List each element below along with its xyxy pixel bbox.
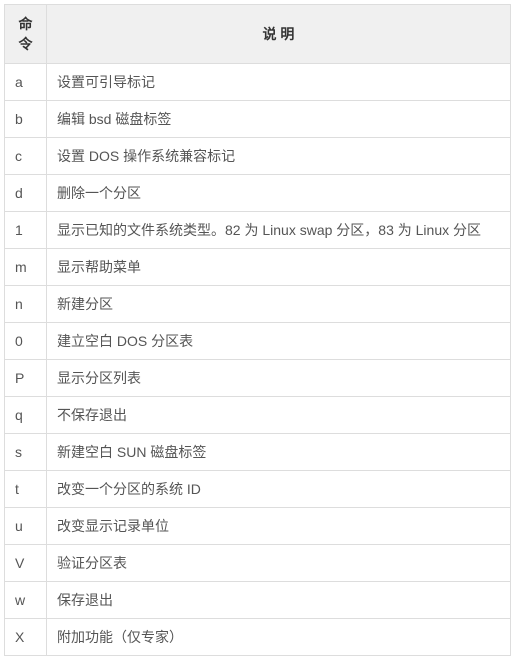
cell-command: t [5,471,47,508]
table-row: c设置 DOS 操作系统兼容标记 [5,138,511,175]
table-row: a设置可引导标记 [5,64,511,101]
table-header-row: 命令 说 明 [5,5,511,64]
cell-command: q [5,397,47,434]
cell-command: c [5,138,47,175]
cell-description: 删除一个分区 [47,175,511,212]
cell-description: 显示帮助菜单 [47,249,511,286]
cell-description: 验证分区表 [47,545,511,582]
cell-description: 新建分区 [47,286,511,323]
cell-description: 编辑 bsd 磁盘标签 [47,101,511,138]
cell-description: 新建空白 SUN 磁盘标签 [47,434,511,471]
table-row: q不保存退出 [5,397,511,434]
table-row: P显示分区列表 [5,360,511,397]
table-row: t改变一个分区的系统 ID [5,471,511,508]
table-row: 0建立空白 DOS 分区表 [5,323,511,360]
cell-command: w [5,582,47,619]
table-row: V验证分区表 [5,545,511,582]
cell-command: V [5,545,47,582]
table-row: m显示帮助菜单 [5,249,511,286]
cell-command: d [5,175,47,212]
cell-command: 0 [5,323,47,360]
cell-description: 不保存退出 [47,397,511,434]
table-row: n新建分区 [5,286,511,323]
cell-description: 显示已知的文件系统类型。82 为 Linux swap 分区，83 为 Linu… [47,212,511,249]
cell-description: 保存退出 [47,582,511,619]
cell-command: P [5,360,47,397]
cell-command: n [5,286,47,323]
cell-description: 附加功能（仅专家） [47,619,511,656]
table-row: b编辑 bsd 磁盘标签 [5,101,511,138]
cell-description: 建立空白 DOS 分区表 [47,323,511,360]
cell-command: m [5,249,47,286]
cell-description: 设置 DOS 操作系统兼容标记 [47,138,511,175]
table-row: w保存退出 [5,582,511,619]
cell-description: 改变一个分区的系统 ID [47,471,511,508]
cell-command: a [5,64,47,101]
command-table: 命令 说 明 a设置可引导标记 b编辑 bsd 磁盘标签 c设置 DOS 操作系… [4,4,511,656]
cell-command: X [5,619,47,656]
table-row: u改变显示记录单位 [5,508,511,545]
cell-description: 改变显示记录单位 [47,508,511,545]
cell-command: s [5,434,47,471]
header-description: 说 明 [47,5,511,64]
table-row: d删除一个分区 [5,175,511,212]
header-command: 命令 [5,5,47,64]
table-row: s新建空白 SUN 磁盘标签 [5,434,511,471]
cell-command: u [5,508,47,545]
cell-command: b [5,101,47,138]
cell-description: 设置可引导标记 [47,64,511,101]
table-row: X附加功能（仅专家） [5,619,511,656]
cell-description: 显示分区列表 [47,360,511,397]
cell-command: 1 [5,212,47,249]
table-row: 1显示已知的文件系统类型。82 为 Linux swap 分区，83 为 Lin… [5,212,511,249]
